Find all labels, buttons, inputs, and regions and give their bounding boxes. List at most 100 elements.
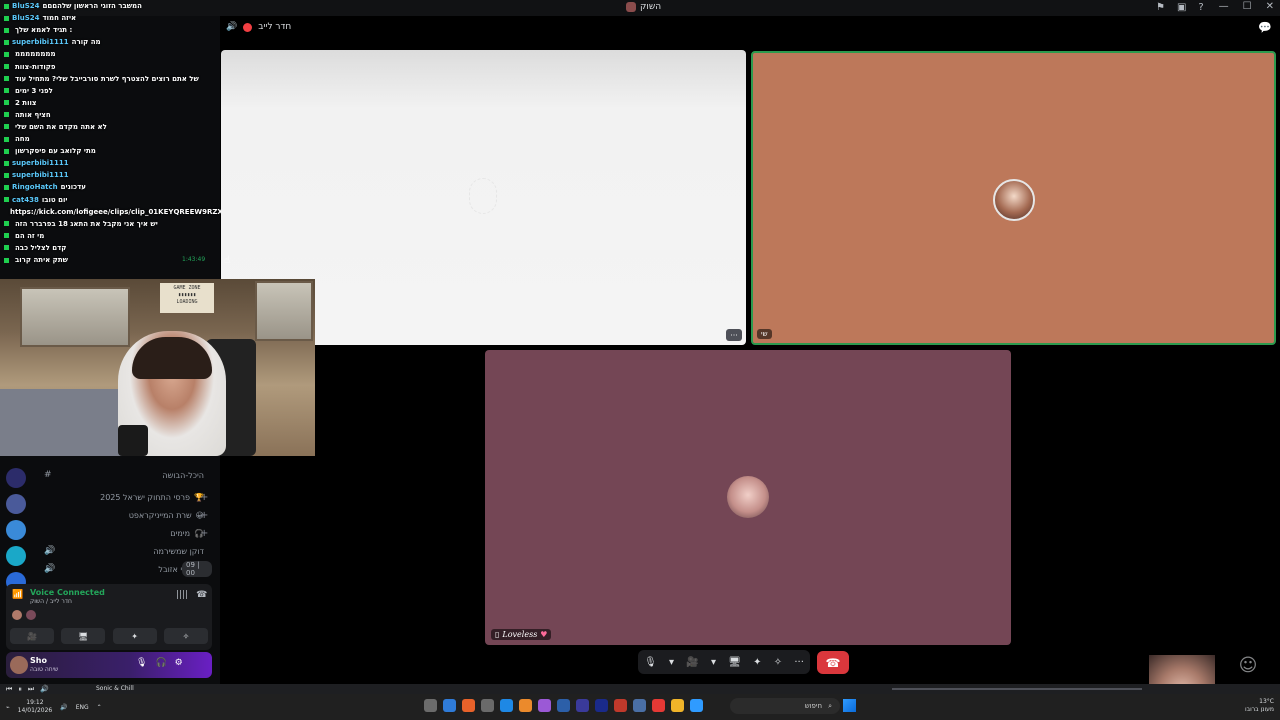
activities-button[interactable]: ✦ (112, 628, 157, 644)
gear-icon[interactable]: ⚙ (175, 658, 183, 668)
next-icon[interactable]: ⏭ (28, 685, 34, 694)
inbox-icon[interactable]: ▣ (1177, 2, 1186, 13)
volume-icon[interactable]: 🔊 (40, 685, 49, 693)
taskbar-app-icon[interactable] (595, 699, 608, 712)
chat-username[interactable]: BluS24 (12, 2, 40, 10)
taskbar-app-icon[interactable] (652, 699, 665, 712)
mobile-icon: ▯ (495, 630, 500, 639)
signal-icon[interactable]: 📶 (12, 590, 23, 600)
network-icon[interactable]: ⌁ (6, 704, 10, 711)
start-button[interactable] (843, 699, 856, 712)
noise-suppression-icon[interactable]: |||| (176, 590, 188, 600)
soundboard-button[interactable]: ✧ (163, 628, 208, 644)
badge-icon (4, 184, 9, 190)
chat-text: של אתם רוצים להצטרף לשרת סורבייבל שלי? מ… (15, 74, 199, 83)
pin-icon[interactable]: ⚑ (1156, 2, 1165, 13)
camera-off-icon[interactable]: 🎥 (686, 657, 698, 668)
volume-icon[interactable]: 🔊 (60, 704, 67, 711)
channel-list: # היכל-הבושה + פרסי התחוק ישראל 2025 🏆 +… (40, 466, 212, 578)
avatar[interactable] (12, 610, 22, 620)
hash-icon: # (44, 470, 52, 480)
camera-button[interactable]: 🎥 (10, 628, 54, 644)
taskbar-app-icon[interactable] (443, 699, 456, 712)
taskbar-app-icon[interactable] (519, 699, 532, 712)
pause-icon[interactable]: ⏸ (18, 685, 22, 694)
user-count-badge: 09 | 00 (182, 561, 212, 577)
channel-item[interactable]: # היכל-הבושה (40, 466, 212, 484)
voice-status[interactable]: Voice Connected (30, 588, 105, 597)
language-indicator[interactable]: ENG (76, 704, 89, 711)
category-item[interactable]: + פרסי התחוק ישראל 2025 🏆 (40, 488, 212, 506)
previous-icon[interactable]: ⏮ (6, 685, 12, 694)
taskbar-app-icon[interactable] (538, 699, 551, 712)
maximize-button[interactable]: ☐ (1243, 1, 1252, 12)
add-channel-icon[interactable]: + (200, 528, 208, 539)
chat-text: לפני 3 ימים (15, 86, 53, 95)
chat-username[interactable]: superbibi1111 (12, 38, 69, 46)
speaker-icon: 🔊 (44, 564, 56, 574)
add-channel-icon[interactable]: + (200, 510, 208, 521)
participant-tile[interactable]: ▯ Loveless ♥ (485, 350, 1011, 645)
badge-icon (4, 136, 9, 142)
chat-text: https://kick.com/lofigeee/clips/clip_01K… (10, 207, 222, 216)
voice-location[interactable]: חדר לייב / השוק (30, 598, 72, 605)
chat-message: מי זה הם (0, 230, 222, 242)
voice-channel-item[interactable]: 🔊 דוקן שמשירמה (40, 542, 212, 560)
badge-icon (4, 172, 9, 178)
microphone-icon[interactable]: 🎙 (644, 657, 657, 668)
participant-tile-speaking[interactable]: שי (751, 51, 1276, 345)
avatar[interactable] (26, 610, 36, 620)
activities-icon[interactable]: ✦ (753, 657, 761, 668)
avatar (993, 179, 1035, 221)
minimize-button[interactable]: — (1219, 1, 1229, 12)
chat-username[interactable]: cat438 (12, 196, 39, 204)
help-icon[interactable]: ? (1198, 2, 1203, 13)
voice-channel-item[interactable]: 🔊 09 | 00 ממתקי אזובל (40, 560, 212, 578)
screen-share-icon[interactable]: 🖥 (728, 657, 741, 668)
server-icon[interactable] (6, 494, 26, 514)
chat-username[interactable]: superbibi1111 (12, 159, 69, 167)
more-options-button[interactable]: ··· (726, 329, 742, 341)
soundboard-icon[interactable]: ✧ (774, 657, 782, 668)
chat-username[interactable]: BluS24 (12, 14, 40, 22)
taskbar-app-icon[interactable] (424, 699, 437, 712)
add-channel-icon[interactable]: + (200, 492, 208, 503)
more-icon[interactable]: ··· (794, 657, 804, 668)
category-item[interactable]: + מימים 🎧 (40, 524, 212, 542)
chevron-up-icon[interactable]: ⌃ (97, 704, 102, 711)
screen-share-button[interactable]: 🖥 (61, 628, 106, 644)
taskbar-app-icon[interactable] (557, 699, 570, 712)
taskbar-app-icon[interactable] (690, 699, 703, 712)
disconnect-icon[interactable]: ☎ (196, 590, 207, 600)
disconnect-button[interactable]: ☎ (817, 651, 849, 674)
search-box[interactable]: חיפוש ⌕ (730, 698, 840, 714)
taskbar-app-icon[interactable] (481, 699, 494, 712)
chat-bubble-icon[interactable]: 💬 (1258, 21, 1272, 34)
close-button[interactable]: ✕ (1266, 1, 1274, 12)
media-bar: ⏮ ⏸ ⏭ 🔊 Sonic & Chill (0, 684, 1280, 694)
headphones-icon[interactable]: 🎧 (155, 658, 166, 668)
clock[interactable]: 19:12 14/01/2026 (18, 699, 53, 715)
server-icon[interactable] (6, 520, 26, 540)
chat-username[interactable]: superbibi1111 (12, 171, 69, 179)
taskbar-app-icon[interactable] (500, 699, 513, 712)
category-item[interactable]: + שרת המייניקראפט 😀 (40, 506, 212, 524)
participant-name-tag: ▯ Loveless ♥ (491, 629, 552, 640)
chevron-down-icon[interactable]: ▾ (711, 657, 716, 668)
server-icon[interactable] (6, 546, 26, 566)
chevron-down-icon[interactable]: ▾ (669, 657, 674, 668)
chat-text: מי זה הם (15, 231, 45, 240)
taskbar-app-icon[interactable] (462, 699, 475, 712)
microphone-icon[interactable]: 🎙 (136, 658, 147, 668)
server-icon-premiere[interactable] (6, 468, 26, 488)
user-name[interactable]: Sho (30, 656, 47, 665)
seek-bar[interactable] (892, 688, 1142, 690)
hangup-icon: ☎ (825, 655, 841, 670)
taskbar-app-icon[interactable] (576, 699, 589, 712)
chat-username[interactable]: RingoHatch (12, 183, 58, 191)
taskbar-app-icon[interactable] (614, 699, 627, 712)
avatar[interactable] (10, 656, 28, 674)
taskbar-app-icon[interactable] (671, 699, 684, 712)
weather-widget[interactable]: 13°C מעונן ברובו (1245, 698, 1274, 714)
taskbar-app-icon[interactable] (633, 699, 646, 712)
